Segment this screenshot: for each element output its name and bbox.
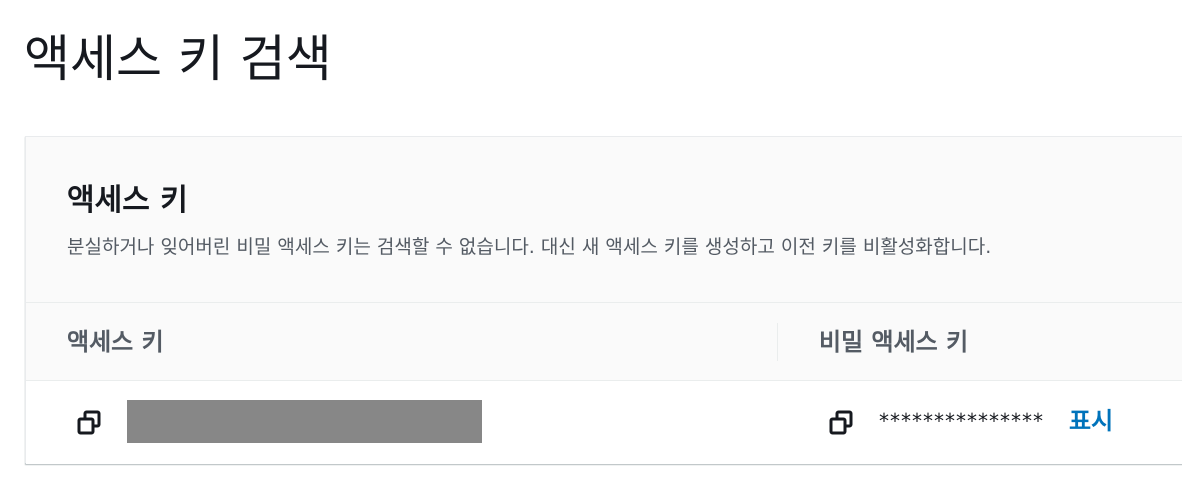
show-secret-link[interactable]: 표시 <box>1069 382 1113 464</box>
column-divider <box>777 323 778 361</box>
copy-secret-key-button[interactable] <box>824 406 858 440</box>
access-key-value-redacted <box>127 400 482 443</box>
column-header-secret-access-key: 비밀 액세스 키 <box>819 328 969 356</box>
page-title: 액세스 키 검색 <box>24 30 332 88</box>
column-header-access-key: 액세스 키 <box>67 328 164 356</box>
secret-access-key-masked: *************** <box>879 409 1044 433</box>
panel-title: 액세스 키 <box>67 183 188 218</box>
table-row: *************** 표시 <box>26 382 1182 464</box>
access-key-panel: 액세스 키 분실하거나 잊어버린 비밀 액세스 키는 검색할 수 없습니다. 대… <box>25 136 1182 464</box>
copy-access-key-button[interactable] <box>72 406 106 440</box>
copy-icon <box>829 410 853 435</box>
panel-description: 분실하거나 잊어버린 비밀 액세스 키는 검색할 수 없습니다. 대신 새 액세… <box>67 236 992 258</box>
table-header: 액세스 키 비밀 액세스 키 <box>26 303 1182 381</box>
panel-header: 액세스 키 분실하거나 잊어버린 비밀 액세스 키는 검색할 수 없습니다. 대… <box>26 137 1182 303</box>
copy-icon <box>77 410 101 435</box>
